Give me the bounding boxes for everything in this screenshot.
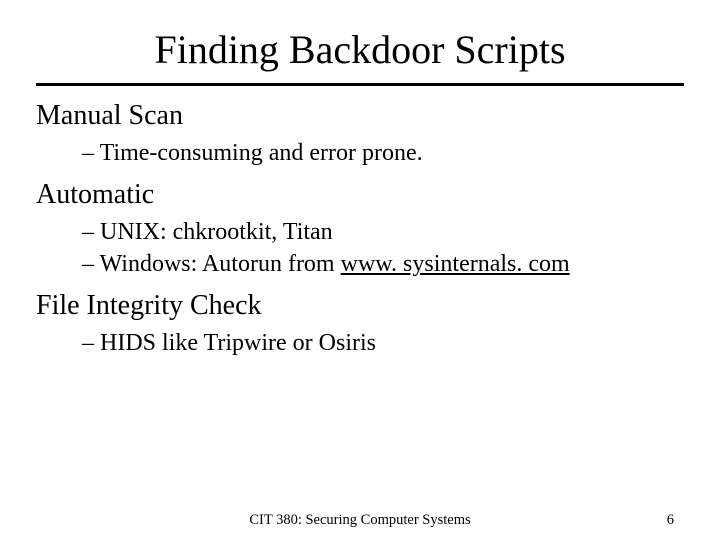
bullet-item: – Windows: Autorun from www. sysinternal… bbox=[82, 249, 684, 280]
bullet-dash: – bbox=[82, 251, 100, 277]
slide-title: Finding Backdoor Scripts bbox=[36, 26, 684, 73]
title-rule bbox=[36, 83, 684, 86]
section-heading-automatic: Automatic bbox=[36, 179, 684, 211]
bullet-item: – HIDS like Tripwire or Osiris bbox=[82, 328, 684, 359]
sysinternals-link[interactable]: www. sysinternals. com bbox=[341, 251, 570, 277]
bullet-item: – UNIX: chkrootkit, Titan bbox=[82, 217, 684, 248]
bullet-item: – Time-consuming and error prone. bbox=[82, 138, 684, 169]
footer-page-number: 6 bbox=[667, 512, 674, 529]
bullet-dash: – bbox=[82, 219, 100, 245]
slide: Finding Backdoor Scripts Manual Scan – T… bbox=[0, 0, 720, 540]
section-heading-file-integrity: File Integrity Check bbox=[36, 290, 684, 322]
bullet-text: Time-consuming and error prone. bbox=[100, 140, 423, 166]
bullet-dash: – bbox=[82, 140, 100, 166]
bullet-list: – Time-consuming and error prone. bbox=[82, 138, 684, 169]
bullet-list: – HIDS like Tripwire or Osiris bbox=[82, 328, 684, 359]
bullet-dash: – bbox=[82, 330, 100, 356]
footer-course: CIT 380: Securing Computer Systems bbox=[0, 512, 720, 529]
bullet-text: UNIX: chkrootkit, Titan bbox=[100, 219, 333, 245]
section-heading-manual-scan: Manual Scan bbox=[36, 100, 684, 132]
bullet-list: – UNIX: chkrootkit, Titan – Windows: Aut… bbox=[82, 217, 684, 280]
bullet-text: HIDS like Tripwire or Osiris bbox=[100, 330, 376, 356]
bullet-text-pre: Windows: Autorun from bbox=[100, 251, 341, 277]
